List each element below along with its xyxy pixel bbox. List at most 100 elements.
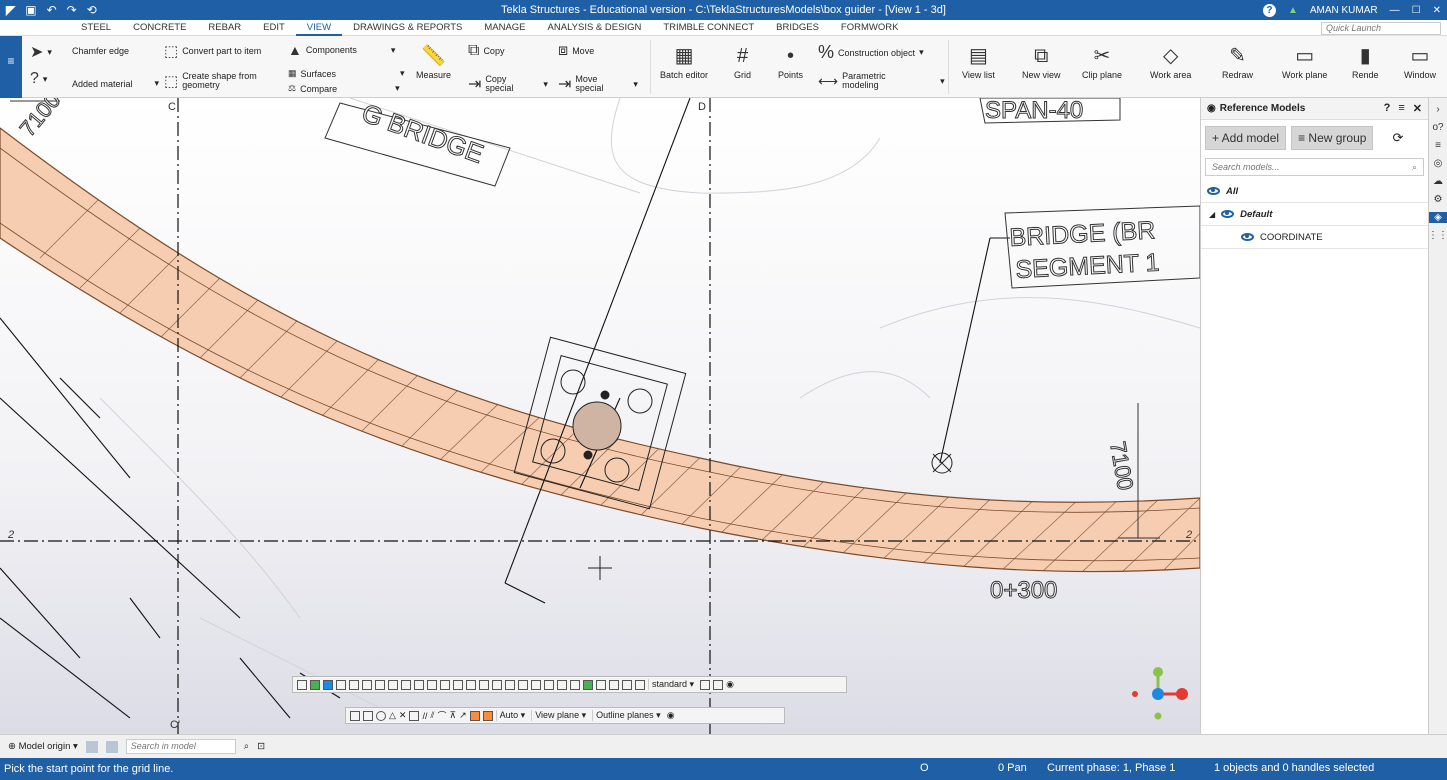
snap-icon[interactable]: [557, 679, 567, 690]
snap-icon[interactable]: ⫽: [430, 710, 434, 721]
select-tool-button[interactable]: ➤ ▾: [30, 42, 52, 62]
snap-icon[interactable]: [414, 679, 424, 690]
redo-icon[interactable]: ↷: [67, 3, 77, 17]
model-view-3d[interactable]: G BRIDGE SPAN-40 BRIDGE (BR SEGMENT 1 71…: [0, 98, 1200, 734]
copy-button[interactable]: ⧉ Copy: [468, 42, 504, 60]
snap-icon[interactable]: [482, 710, 493, 721]
search-icon[interactable]: ⌕: [1412, 159, 1417, 175]
tab-view[interactable]: VIEW: [295, 20, 343, 36]
add-model-button[interactable]: + Add model: [1205, 126, 1287, 150]
history-icon[interactable]: ⟲: [87, 3, 97, 17]
snap-icon[interactable]: [479, 679, 489, 690]
tab-formwork[interactable]: FORMWORK: [830, 20, 910, 36]
collapse-icon[interactable]: ◢: [1209, 210, 1215, 219]
snap-depth-dropdown[interactable]: standard ▾: [648, 679, 697, 690]
tab-edit[interactable]: EDIT: [252, 20, 296, 36]
surfaces-button[interactable]: ▦ Surfaces ▾: [288, 68, 405, 79]
snap-icon[interactable]: [409, 710, 420, 721]
help-icon[interactable]: ?: [1262, 3, 1276, 17]
convert-part-button[interactable]: ⬚ Convert part to item: [164, 42, 261, 60]
work-area-button[interactable]: ◇ Work area: [1150, 44, 1191, 80]
snap-settings-icon[interactable]: [700, 679, 711, 690]
eye-icon[interactable]: ◉: [726, 679, 734, 690]
measure-button[interactable]: 📏 Measure: [416, 44, 451, 80]
snap-icon[interactable]: [388, 679, 398, 690]
tab-manage[interactable]: MANAGE: [473, 20, 536, 36]
reference-models-tab-icon[interactable]: ◈: [1429, 212, 1447, 223]
panel-options-icon[interactable]: ≡: [1398, 102, 1404, 115]
redraw-button[interactable]: ✎ Redraw: [1222, 44, 1253, 80]
clip-plane-button[interactable]: ✂ Clip plane: [1082, 44, 1122, 80]
snap-icon[interactable]: [469, 710, 480, 721]
quick-launch-input[interactable]: Quick Launch: [1321, 22, 1441, 35]
snap-icon[interactable]: [531, 679, 541, 690]
search-icon[interactable]: ⌕: [244, 741, 249, 752]
minimize-button[interactable]: —: [1390, 5, 1400, 16]
copy-special-button[interactable]: ⇥ Copy special ▾: [468, 74, 548, 94]
snap-icon[interactable]: [362, 679, 372, 690]
snap-icon[interactable]: [635, 679, 645, 690]
close-button[interactable]: ✕: [1433, 5, 1441, 16]
create-shape-button[interactable]: ⬚ Create shape from geometry: [164, 72, 258, 91]
search-models-input[interactable]: Search models... ⌕: [1205, 158, 1424, 176]
tab-bridges[interactable]: BRIDGES: [765, 20, 830, 36]
maximize-button[interactable]: ☐: [1412, 5, 1421, 16]
snap-icon[interactable]: ↗: [459, 710, 467, 721]
move-button[interactable]: ⧈ Move: [558, 42, 594, 60]
window-button[interactable]: ▭ Window: [1404, 44, 1436, 80]
properties-icon[interactable]: o?: [1432, 122, 1443, 133]
model-origin-dropdown[interactable]: ⊕ Model origin ▾: [8, 741, 78, 752]
refresh-icon[interactable]: ⟳: [1392, 130, 1403, 146]
eye-icon[interactable]: [1241, 233, 1254, 241]
snap-icon[interactable]: [596, 679, 606, 690]
points-button[interactable]: • Points: [778, 44, 803, 80]
catalog-icon[interactable]: ⋮⋮: [1428, 230, 1447, 241]
tree-item-coordinate[interactable]: COORDINATE: [1201, 226, 1428, 249]
components-button[interactable]: ▲ Components ▾: [288, 42, 395, 58]
snap-icon[interactable]: ⊼: [450, 710, 457, 721]
snap-icon[interactable]: [297, 679, 307, 690]
snap-icon[interactable]: [376, 710, 386, 721]
snap-icon[interactable]: [336, 679, 346, 690]
snap-icon[interactable]: [492, 679, 502, 690]
snap-icon[interactable]: [583, 679, 593, 690]
settings-icon[interactable]: ⚙: [1434, 194, 1443, 205]
snap-icon[interactable]: [440, 679, 450, 690]
tab-analysis-design[interactable]: ANALYSIS & DESIGN: [537, 20, 653, 36]
outline-planes-dropdown[interactable]: Outline planes ▾: [592, 710, 664, 721]
snap-icon[interactable]: //: [422, 711, 427, 721]
snap-icon[interactable]: ⌒: [438, 709, 447, 722]
views-icon[interactable]: ≡: [1435, 140, 1441, 151]
expand-icon[interactable]: ›: [1436, 104, 1439, 115]
snap-icon[interactable]: [349, 679, 359, 690]
work-plane-button[interactable]: ▭ Work plane: [1282, 44, 1327, 80]
bottom-tool-icon[interactable]: [85, 740, 98, 753]
close-icon[interactable]: ✕: [1413, 102, 1422, 115]
model-canvas[interactable]: G BRIDGE SPAN-40 BRIDGE (BR SEGMENT 1 71…: [0, 98, 1200, 734]
batch-editor-button[interactable]: ▦ Batch editor: [660, 44, 708, 80]
eye-icon[interactable]: ◉: [667, 710, 675, 721]
tab-drawings-reports[interactable]: DRAWINGS & REPORTS: [342, 20, 473, 36]
construction-object-button[interactable]: % Construction object ▾: [818, 42, 924, 63]
inquire-tool-button[interactable]: ? ▾: [30, 70, 47, 88]
view-plane-dropdown[interactable]: View plane ▾: [531, 710, 589, 721]
snap-icon[interactable]: ✕: [399, 710, 407, 721]
snap-icon[interactable]: [570, 679, 580, 690]
snap-icon[interactable]: [544, 679, 554, 690]
snap-icon[interactable]: [466, 679, 476, 690]
snap-icon[interactable]: △: [389, 710, 396, 721]
eye-icon[interactable]: [1207, 187, 1220, 195]
tab-concrete[interactable]: CONCRETE: [122, 20, 197, 36]
render-button[interactable]: ▮ Rende: [1352, 44, 1379, 80]
parametric-modeling-button[interactable]: ⟷ Parametric modeling ▾: [818, 72, 945, 90]
user-name[interactable]: AMAN KUMAR: [1310, 5, 1378, 16]
tree-item-default[interactable]: ◢ Default: [1201, 203, 1428, 226]
cloud-icon[interactable]: ☁: [1433, 176, 1443, 187]
save-icon[interactable]: ▣: [25, 3, 36, 17]
new-group-button[interactable]: ≡ New group: [1291, 126, 1374, 150]
tab-steel[interactable]: STEEL: [70, 20, 122, 36]
ribbon-menu-icon[interactable]: ≡: [0, 36, 22, 98]
axis-gizmo[interactable]: [1132, 667, 1188, 720]
grid-button[interactable]: # Grid: [734, 44, 751, 80]
snap-icon[interactable]: [310, 679, 320, 690]
